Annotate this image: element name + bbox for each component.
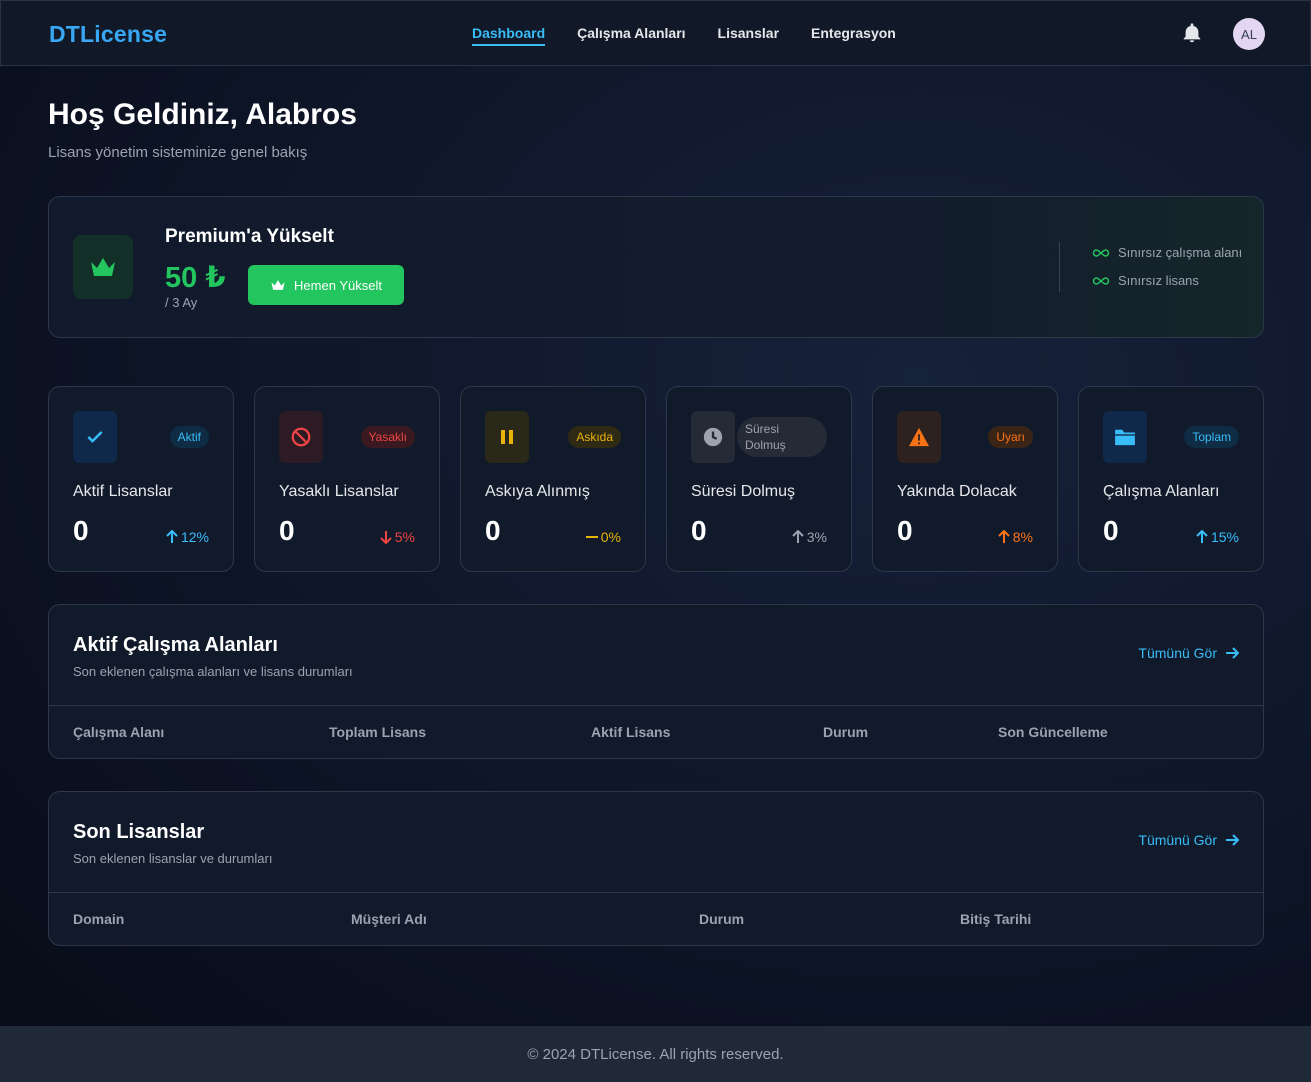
stat-value: 0 bbox=[485, 515, 501, 546]
upgrade-button[interactable]: Hemen Yükselt bbox=[248, 265, 404, 305]
stat-card-expired[interactable]: Süresi Dolmuş Süresi Dolmuş 0 3% bbox=[666, 386, 852, 572]
stat-trend: 0% bbox=[585, 529, 621, 545]
stat-trend: 12% bbox=[166, 529, 209, 545]
view-all-label: Tümünü Gör bbox=[1138, 645, 1217, 661]
feature-label: Sınırsız lisans bbox=[1118, 273, 1199, 288]
feature-item: Sınırsız çalışma alanı bbox=[1092, 245, 1242, 260]
divider bbox=[49, 705, 1263, 706]
column-header: Domain bbox=[73, 911, 125, 927]
arrow-right-icon bbox=[1226, 834, 1239, 846]
stat-value: 0 bbox=[279, 515, 295, 546]
arrow-right-icon bbox=[1226, 647, 1239, 659]
trend-value: 3% bbox=[806, 529, 827, 545]
bell-icon[interactable] bbox=[1181, 22, 1203, 44]
nav-links: Dashboard Çalışma Alanları Lisanslar Ent… bbox=[472, 25, 896, 46]
clock-icon bbox=[691, 411, 735, 463]
recent-licenses-panel: Son Lisanslar Son eklenen lisanslar ve d… bbox=[48, 791, 1264, 946]
panel-title: Aktif Çalışma Alanları bbox=[73, 634, 278, 656]
arrow-up-icon bbox=[166, 530, 178, 543]
stat-label: Yakında Dolacak bbox=[897, 483, 1017, 500]
stat-value: 0 bbox=[691, 515, 707, 546]
column-header: Durum bbox=[823, 724, 869, 740]
premium-title: Premium'a Yükselt bbox=[165, 226, 334, 247]
divider bbox=[49, 892, 1263, 893]
stat-trend: 8% bbox=[998, 529, 1033, 545]
column-header: Toplam Lisans bbox=[329, 724, 426, 740]
stat-trend: 15% bbox=[1196, 529, 1239, 545]
stat-label: Yasaklı Lisanslar bbox=[279, 483, 399, 500]
stat-card-suspended[interactable]: Askıda Askıya Alınmış 0 0% bbox=[460, 386, 646, 572]
warning-icon bbox=[897, 411, 941, 463]
view-all-workspaces-link[interactable]: Tümünü Gör bbox=[1138, 645, 1239, 661]
stat-value: 0 bbox=[73, 515, 89, 546]
view-all-label: Tümünü Gör bbox=[1138, 832, 1217, 848]
top-navbar: DTLicense Dashboard Çalışma Alanları Lis… bbox=[0, 0, 1311, 66]
arrow-up-icon bbox=[998, 530, 1010, 543]
status-badge: Yasaklı bbox=[360, 426, 415, 448]
stat-label: Askıya Alınmış bbox=[485, 483, 590, 500]
status-badge: Uyarı bbox=[988, 426, 1033, 448]
stat-card-active[interactable]: Aktif Aktif Lisanslar 0 12% bbox=[48, 386, 234, 572]
premium-period: / 3 Ay bbox=[165, 295, 198, 310]
arrow-up-icon bbox=[792, 530, 804, 543]
premium-price: 50 ₺ bbox=[165, 262, 226, 294]
trend-value: 0% bbox=[600, 529, 621, 545]
crown-icon bbox=[73, 235, 133, 299]
infinity-icon bbox=[1092, 248, 1110, 257]
nav-link-workspaces[interactable]: Çalışma Alanları bbox=[577, 25, 685, 46]
stat-trend: 3% bbox=[792, 529, 827, 545]
divider bbox=[1059, 242, 1060, 292]
stat-label: Çalışma Alanları bbox=[1103, 483, 1220, 500]
status-badge: Askıda bbox=[568, 426, 621, 448]
stat-label: Aktif Lisanslar bbox=[73, 483, 173, 500]
status-badge: Süresi Dolmuş bbox=[737, 417, 827, 457]
stat-card-expiring-soon[interactable]: Uyarı Yakında Dolacak 0 8% bbox=[872, 386, 1058, 572]
stat-trend: 5% bbox=[380, 529, 415, 545]
avatar[interactable]: AL bbox=[1233, 18, 1265, 50]
feature-item: Sınırsız lisans bbox=[1092, 273, 1199, 288]
page-title: Hoş Geldiniz, Alabros bbox=[48, 98, 357, 131]
trend-value: 8% bbox=[1012, 529, 1033, 545]
column-header: Çalışma Alanı bbox=[73, 724, 165, 740]
footer-text: © 2024 DTLicense. All rights reserved. bbox=[527, 1045, 784, 1063]
pause-icon bbox=[485, 411, 529, 463]
view-all-licenses-link[interactable]: Tümünü Gör bbox=[1138, 832, 1239, 848]
status-badge: Aktif bbox=[169, 426, 209, 448]
upgrade-button-label: Hemen Yükselt bbox=[294, 277, 382, 293]
active-workspaces-panel: Aktif Çalışma Alanları Son eklenen çalış… bbox=[48, 604, 1264, 759]
feature-label: Sınırsız çalışma alanı bbox=[1118, 245, 1243, 260]
panel-subtitle: Son eklenen lisanslar ve durumları bbox=[73, 851, 273, 866]
premium-upgrade-card: Premium'a Yükselt 50 ₺ / 3 Ay Hemen Yüks… bbox=[48, 196, 1264, 338]
nav-link-integration[interactable]: Entegrasyon bbox=[811, 25, 896, 46]
page-subtitle: Lisans yönetim sisteminize genel bakış bbox=[48, 144, 308, 161]
panel-title: Son Lisanslar bbox=[73, 821, 205, 843]
check-icon bbox=[73, 411, 117, 463]
arrow-up-icon bbox=[1196, 530, 1208, 543]
stat-value: 0 bbox=[897, 515, 913, 546]
nav-link-licenses[interactable]: Lisanslar bbox=[718, 25, 779, 46]
column-header: Aktif Lisans bbox=[591, 724, 671, 740]
stat-value: 0 bbox=[1103, 515, 1119, 546]
infinity-icon bbox=[1092, 276, 1110, 285]
footer: © 2024 DTLicense. All rights reserved. bbox=[0, 1026, 1311, 1082]
ban-icon bbox=[279, 411, 323, 463]
folder-icon bbox=[1103, 411, 1147, 463]
column-header: Bitiş Tarihi bbox=[960, 911, 1032, 927]
column-header: Müşteri Adı bbox=[351, 911, 427, 927]
stat-card-workspaces[interactable]: Toplam Çalışma Alanları 0 15% bbox=[1078, 386, 1264, 572]
nav-link-dashboard[interactable]: Dashboard bbox=[472, 25, 546, 46]
panel-subtitle: Son eklenen çalışma alanları ve lisans d… bbox=[73, 664, 353, 679]
column-header: Durum bbox=[699, 911, 745, 927]
trend-value: 12% bbox=[180, 529, 209, 545]
status-badge: Toplam bbox=[1184, 426, 1239, 448]
trend-value: 15% bbox=[1210, 529, 1239, 545]
column-header: Son Güncelleme bbox=[998, 724, 1108, 740]
crown-icon bbox=[271, 280, 285, 290]
arrow-down-icon bbox=[380, 531, 392, 544]
stat-label: Süresi Dolmuş bbox=[691, 483, 796, 500]
minus-icon bbox=[585, 536, 598, 538]
trend-value: 5% bbox=[394, 529, 415, 545]
stat-card-banned[interactable]: Yasaklı Yasaklı Lisanslar 0 5% bbox=[254, 386, 440, 572]
brand-logo[interactable]: DTLicense bbox=[49, 21, 167, 48]
